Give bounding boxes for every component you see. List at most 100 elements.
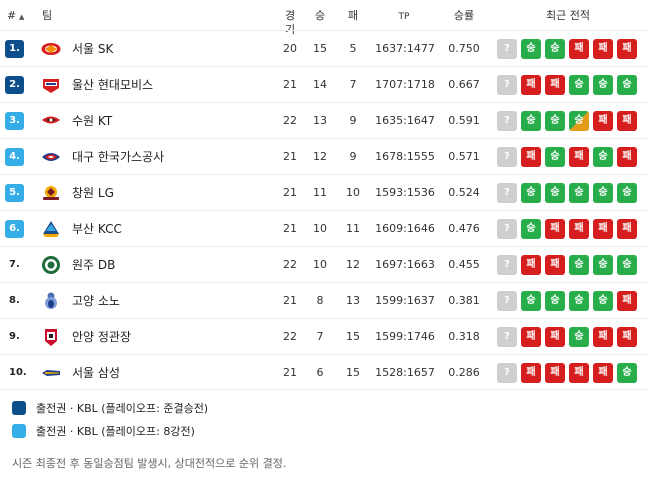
form-next-match-badge[interactable]: ? — [497, 183, 517, 203]
form-next-match-badge[interactable]: ? — [497, 39, 517, 59]
form-next-match-badge[interactable]: ? — [497, 219, 517, 239]
form-loss-badge[interactable]: 패 — [569, 363, 589, 383]
losses-column-header[interactable]: 패 — [343, 9, 363, 23]
tp-column-header[interactable]: TP — [389, 10, 419, 24]
form-win-badge[interactable]: 승 — [593, 255, 613, 275]
form-loss-badge[interactable]: 패 — [545, 75, 565, 95]
form-loss-badge[interactable]: 패 — [593, 39, 613, 59]
form-loss-badge[interactable]: 패 — [617, 327, 637, 347]
form-next-match-badge[interactable]: ? — [497, 327, 517, 347]
form-loss-badge[interactable]: 패 — [521, 255, 541, 275]
team-logo-icon[interactable] — [41, 147, 61, 167]
form-win-badge[interactable]: 승 — [545, 39, 565, 59]
form-win-badge[interactable]: 승 — [569, 327, 589, 347]
form-win-badge[interactable]: 승 — [521, 183, 541, 203]
form-loss-badge[interactable]: 패 — [617, 111, 637, 131]
form-next-match-badge[interactable]: ? — [497, 291, 517, 311]
team-name[interactable]: 원주 DB — [72, 257, 115, 273]
form-win-badge[interactable]: 승 — [545, 183, 565, 203]
form-win-badge[interactable]: 승 — [545, 291, 565, 311]
form-next-match-badge[interactable]: ? — [497, 75, 517, 95]
form-loss-badge[interactable]: 패 — [521, 327, 541, 347]
team-name[interactable]: 서울 삼성 — [72, 365, 120, 381]
team-name[interactable]: 울산 현대모비스 — [72, 77, 153, 93]
form-win-badge[interactable]: 승 — [617, 363, 637, 383]
form-win-badge[interactable]: 승 — [521, 111, 541, 131]
form-loss-badge[interactable]: 패 — [617, 39, 637, 59]
team-logo-icon[interactable] — [41, 255, 61, 275]
team-logo-icon[interactable] — [41, 183, 61, 203]
rank-badge: 6. — [5, 220, 24, 238]
form-loss-badge[interactable]: 패 — [521, 147, 541, 167]
form-loss-badge[interactable]: 패 — [617, 147, 637, 167]
form-win-badge[interactable]: 승 — [545, 111, 565, 131]
win-percentage: 0.571 — [448, 150, 480, 163]
team-logo-icon[interactable] — [41, 363, 61, 383]
form-win-badge[interactable]: 승 — [617, 75, 637, 95]
table-row[interactable]: 9. 안양 정관장 22 7 15 1599:1746 0.318? 패 패 승 패 패 — [0, 318, 648, 354]
form-win-badge[interactable]: 승 — [617, 183, 637, 203]
form-loss-badge[interactable]: 패 — [545, 255, 565, 275]
team-name[interactable]: 대구 한국가스공사 — [72, 149, 164, 165]
form-loss-badge[interactable]: 패 — [593, 219, 613, 239]
team-name[interactable]: 고양 소노 — [72, 293, 120, 309]
form-next-match-badge[interactable]: ? — [497, 255, 517, 275]
form-loss-badge[interactable]: 패 — [617, 219, 637, 239]
losses-value: 15 — [346, 366, 360, 379]
team-logo-icon[interactable] — [41, 219, 61, 239]
form-loss-badge[interactable]: 패 — [593, 111, 613, 131]
form-loss-badge[interactable]: 패 — [593, 327, 613, 347]
wins-column-header[interactable]: 승 — [310, 9, 330, 23]
form-win-badge[interactable]: 승 — [521, 219, 541, 239]
form-loss-badge[interactable]: 패 — [569, 147, 589, 167]
form-loss-badge[interactable]: 패 — [545, 219, 565, 239]
form-win-badge[interactable]: 승 — [617, 255, 637, 275]
pct-column-header[interactable]: 승률 — [449, 9, 479, 23]
rank-column-header[interactable]: # — [7, 9, 16, 23]
form-win-badge[interactable]: 승 — [593, 291, 613, 311]
team-logo-icon[interactable] — [41, 75, 61, 95]
form-next-match-badge[interactable]: ? — [497, 363, 517, 383]
form-draw-badge[interactable]: 승 — [569, 111, 589, 131]
table-row[interactable]: 5. 창원 LG 21 11 10 1593:1536 0.524? 승 승 승 승 승 — [0, 174, 648, 210]
form-win-badge[interactable]: 승 — [521, 39, 541, 59]
form-win-badge[interactable]: 승 — [569, 291, 589, 311]
form-next-match-badge[interactable]: ? — [497, 147, 517, 167]
table-row[interactable]: 6. 부산 KCC 21 10 11 1609:1646 0.476? 승 패 패 패 패 — [0, 210, 648, 246]
form-loss-badge[interactable]: 패 — [545, 363, 565, 383]
form-next-match-badge[interactable]: ? — [497, 111, 517, 131]
sort-ascending-icon[interactable]: ▲ — [19, 10, 24, 24]
table-row[interactable]: 8. 고양 소노 21 8 13 1599:1637 0.381? 승 승 승 승 패 — [0, 282, 648, 318]
team-logo-icon[interactable] — [41, 291, 61, 311]
form-win-badge[interactable]: 승 — [569, 183, 589, 203]
team-name[interactable]: 안양 정관장 — [72, 329, 131, 345]
form-loss-badge[interactable]: 패 — [521, 75, 541, 95]
team-logo-icon[interactable] — [41, 39, 61, 59]
form-loss-badge[interactable]: 패 — [617, 291, 637, 311]
table-row[interactable]: 2. 울산 현대모비스 21 14 7 1707:1718 0.667? 패 패 승 승 승 — [0, 66, 648, 102]
table-row[interactable]: 1. 서울 SK 20 15 5 1637:1477 0.750? 승 승 패 패 패 — [0, 30, 648, 66]
team-name[interactable]: 창원 LG — [72, 185, 114, 201]
form-win-badge[interactable]: 승 — [521, 291, 541, 311]
table-row[interactable]: 3. 수원 KT 22 13 9 1635:1647 0.591? 승 승 승 패 패 — [0, 102, 648, 138]
form-win-badge[interactable]: 승 — [545, 147, 565, 167]
table-row[interactable]: 4. 대구 한국가스공사 21 12 9 1678:1555 0.571? 패 승 패 승 패 — [0, 138, 648, 174]
team-logo-icon[interactable] — [41, 111, 61, 131]
form-win-badge[interactable]: 승 — [569, 75, 589, 95]
form-win-badge[interactable]: 승 — [593, 75, 613, 95]
team-name[interactable]: 부산 KCC — [72, 221, 122, 237]
table-row[interactable]: 10. 서울 삼성 21 6 15 1528:1657 0.286? 패 패 패 패 승 — [0, 354, 648, 390]
form-loss-badge[interactable]: 패 — [569, 39, 589, 59]
form-win-badge[interactable]: 승 — [593, 147, 613, 167]
form-loss-badge[interactable]: 패 — [593, 363, 613, 383]
team-name[interactable]: 수원 KT — [72, 113, 112, 129]
form-loss-badge[interactable]: 패 — [569, 219, 589, 239]
table-row[interactable]: 7. 원주 DB 22 10 12 1697:1663 0.455? 패 패 승 승 승 — [0, 246, 648, 282]
team-logo-icon[interactable] — [41, 327, 61, 347]
form-loss-badge[interactable]: 패 — [521, 363, 541, 383]
form-win-badge[interactable]: 승 — [593, 183, 613, 203]
team-name[interactable]: 서울 SK — [72, 41, 113, 57]
form-loss-badge[interactable]: 패 — [545, 327, 565, 347]
team-column-header[interactable]: 팀 — [42, 9, 52, 23]
form-win-badge[interactable]: 승 — [569, 255, 589, 275]
